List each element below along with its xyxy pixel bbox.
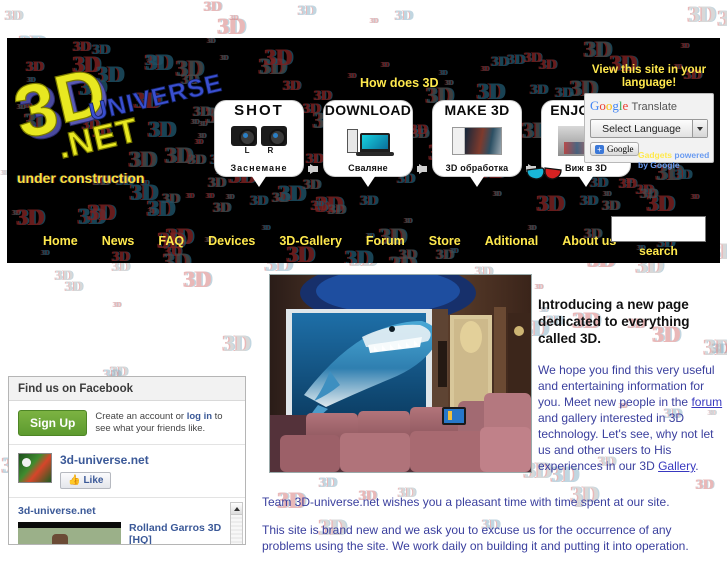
facebook-feed-title[interactable]: 3d-universe.net xyxy=(18,505,236,517)
search-label: search xyxy=(639,244,678,258)
nav-item-faq[interactable]: FAQ xyxy=(158,234,184,248)
gallery-link[interactable]: Gallery xyxy=(658,459,695,473)
body-paragraphs: Team 3D-universe.net wishes you a pleasa… xyxy=(262,494,722,566)
facebook-feed-thumbnail[interactable]: VERA xyxy=(18,522,121,544)
google-plus-icon[interactable]: + Google xyxy=(590,142,639,156)
step-make3d-caption: 3D обработка xyxy=(445,163,509,173)
facebook-signup-text: Create an account or log in to see what … xyxy=(95,411,237,435)
view-language-prompt: View this site in your language! xyxy=(591,64,707,89)
step-shot-right-label: R xyxy=(267,146,274,155)
gadgets-word: Gadgets xyxy=(638,150,673,160)
step-make3d[interactable]: MAKE 3D 3D обработка xyxy=(433,101,521,187)
step-shot-caption: Заснемане xyxy=(230,163,288,173)
facebook-login-link[interactable]: log in xyxy=(187,411,212,422)
step-make3d-title: MAKE 3D xyxy=(444,102,510,118)
two-cameras-icon: L R xyxy=(215,118,303,163)
scrollbar-track[interactable] xyxy=(231,515,242,544)
powered-word: powered xyxy=(674,150,710,160)
paragraph-team-wishes: Team 3D-universe.net wishes you a pleasa… xyxy=(262,495,670,509)
facebook-page-avatar xyxy=(18,453,52,483)
intro-heading: Introducing a new page dedicated to ever… xyxy=(538,297,690,346)
intro-paragraph-right: We hope you find this very useful and en… xyxy=(538,362,727,474)
nav-item-forum[interactable]: Forum xyxy=(366,234,405,248)
arrow-right-icon-3 xyxy=(521,101,542,176)
by-google-word: by Google xyxy=(638,160,680,170)
facebook-feed-item: VERA Rolland Garros 3D [HQ] xyxy=(18,522,236,544)
facebook-page-row: 3d-universe.net 👍 Like xyxy=(9,445,245,498)
nav-item-devices[interactable]: Devices xyxy=(208,234,255,248)
step-enjoy3d-caption: Виж в 3D xyxy=(564,163,608,173)
arrow-right-icon-2 xyxy=(412,101,433,176)
photo-editor-icon xyxy=(433,118,521,163)
nav-item-about-us[interactable]: About us xyxy=(562,234,616,248)
facebook-feed: 3d-universe.net VERA Rolland Garros 3D [… xyxy=(9,498,245,544)
nav-item-aditional[interactable]: Aditional xyxy=(485,234,538,248)
language-select-value: Select Language xyxy=(602,122,681,135)
search-area: search xyxy=(611,216,706,258)
facebook-like-button[interactable]: 👍 Like xyxy=(60,472,112,489)
facebook-page-name[interactable]: 3d-universe.net xyxy=(60,453,149,467)
step-make3d-wrapper: MAKE 3D 3D обработка xyxy=(433,101,521,187)
step-shot[interactable]: SHOT L R Заснемане xyxy=(215,101,303,187)
nav-item-store[interactable]: Store xyxy=(429,234,461,248)
intro-text-1: We hope you find this very useful and en… xyxy=(538,363,715,409)
how-it-works-steps: SHOT L R Заснемане DOWNLOAD Сваляне MAKE… xyxy=(215,101,630,187)
language-select[interactable]: Select Language xyxy=(590,119,708,138)
facebook-scrollbar[interactable] xyxy=(230,502,243,544)
facebook-signup-text-1: Create an account or xyxy=(95,411,187,422)
paragraph-brand-new: This site is brand new and we ask you to… xyxy=(262,523,689,553)
chevron-down-icon[interactable] xyxy=(692,120,707,137)
facebook-signup-button[interactable]: Sign Up xyxy=(18,410,88,436)
site-logo[interactable]: 3 3 D D UNIVERSE .NET xyxy=(15,48,225,166)
red-cyan-glasses-icon xyxy=(526,167,562,180)
home-theater-shark-3d-image xyxy=(269,274,532,473)
search-input[interactable] xyxy=(611,216,706,242)
page-content: Find us on Facebook Sign Up Create an ac… xyxy=(0,263,727,553)
step-shot-title: SHOT xyxy=(234,102,284,119)
facebook-header: Find us on Facebook xyxy=(9,377,245,401)
header-banner: 3 3 D D UNIVERSE .NET under construction… xyxy=(7,38,720,263)
forum-link[interactable]: forum xyxy=(691,395,722,409)
arrow-right-icon-1 xyxy=(303,101,324,176)
google-translate-logo: Google Translate xyxy=(590,98,677,113)
nav-item-3d-gallery[interactable]: 3D-Gallery xyxy=(279,234,342,248)
step-download-title: DOWNLOAD xyxy=(324,102,412,118)
step-download-caption: Сваляне xyxy=(348,163,388,173)
nav-item-home[interactable]: Home xyxy=(43,234,78,248)
facebook-feed-link[interactable]: Rolland Garros 3D [HQ] xyxy=(129,522,236,544)
chevron-up-icon[interactable] xyxy=(231,503,242,515)
how-does-3d-heading: How does 3D xyxy=(360,76,439,90)
nav-item-news[interactable]: News xyxy=(102,234,135,248)
intro-text-3: . xyxy=(695,459,699,473)
thumbs-up-icon: 👍 xyxy=(68,475,81,486)
gadgets-powered-by-google: Gadgets powered by Google xyxy=(638,150,712,170)
under-construction-text: under construction xyxy=(17,170,145,186)
google-badge-label: Google xyxy=(607,144,634,154)
step-download-wrapper: DOWNLOAD Сваляне xyxy=(324,101,412,187)
facebook-like-box: Find us on Facebook Sign Up Create an ac… xyxy=(8,376,246,545)
step-shot-left-label: L xyxy=(244,146,250,155)
facebook-signup-row: Sign Up Create an account or log in to s… xyxy=(9,401,245,445)
step-download[interactable]: DOWNLOAD Сваляне xyxy=(324,101,412,187)
facebook-like-label: Like xyxy=(83,475,104,486)
translate-word: Translate xyxy=(631,101,677,113)
computer-laptop-icon xyxy=(324,118,412,163)
step-shot-wrapper: SHOT L R Заснемане xyxy=(215,101,303,187)
google-translate-gadget: View this site in your language! Google … xyxy=(584,64,714,170)
